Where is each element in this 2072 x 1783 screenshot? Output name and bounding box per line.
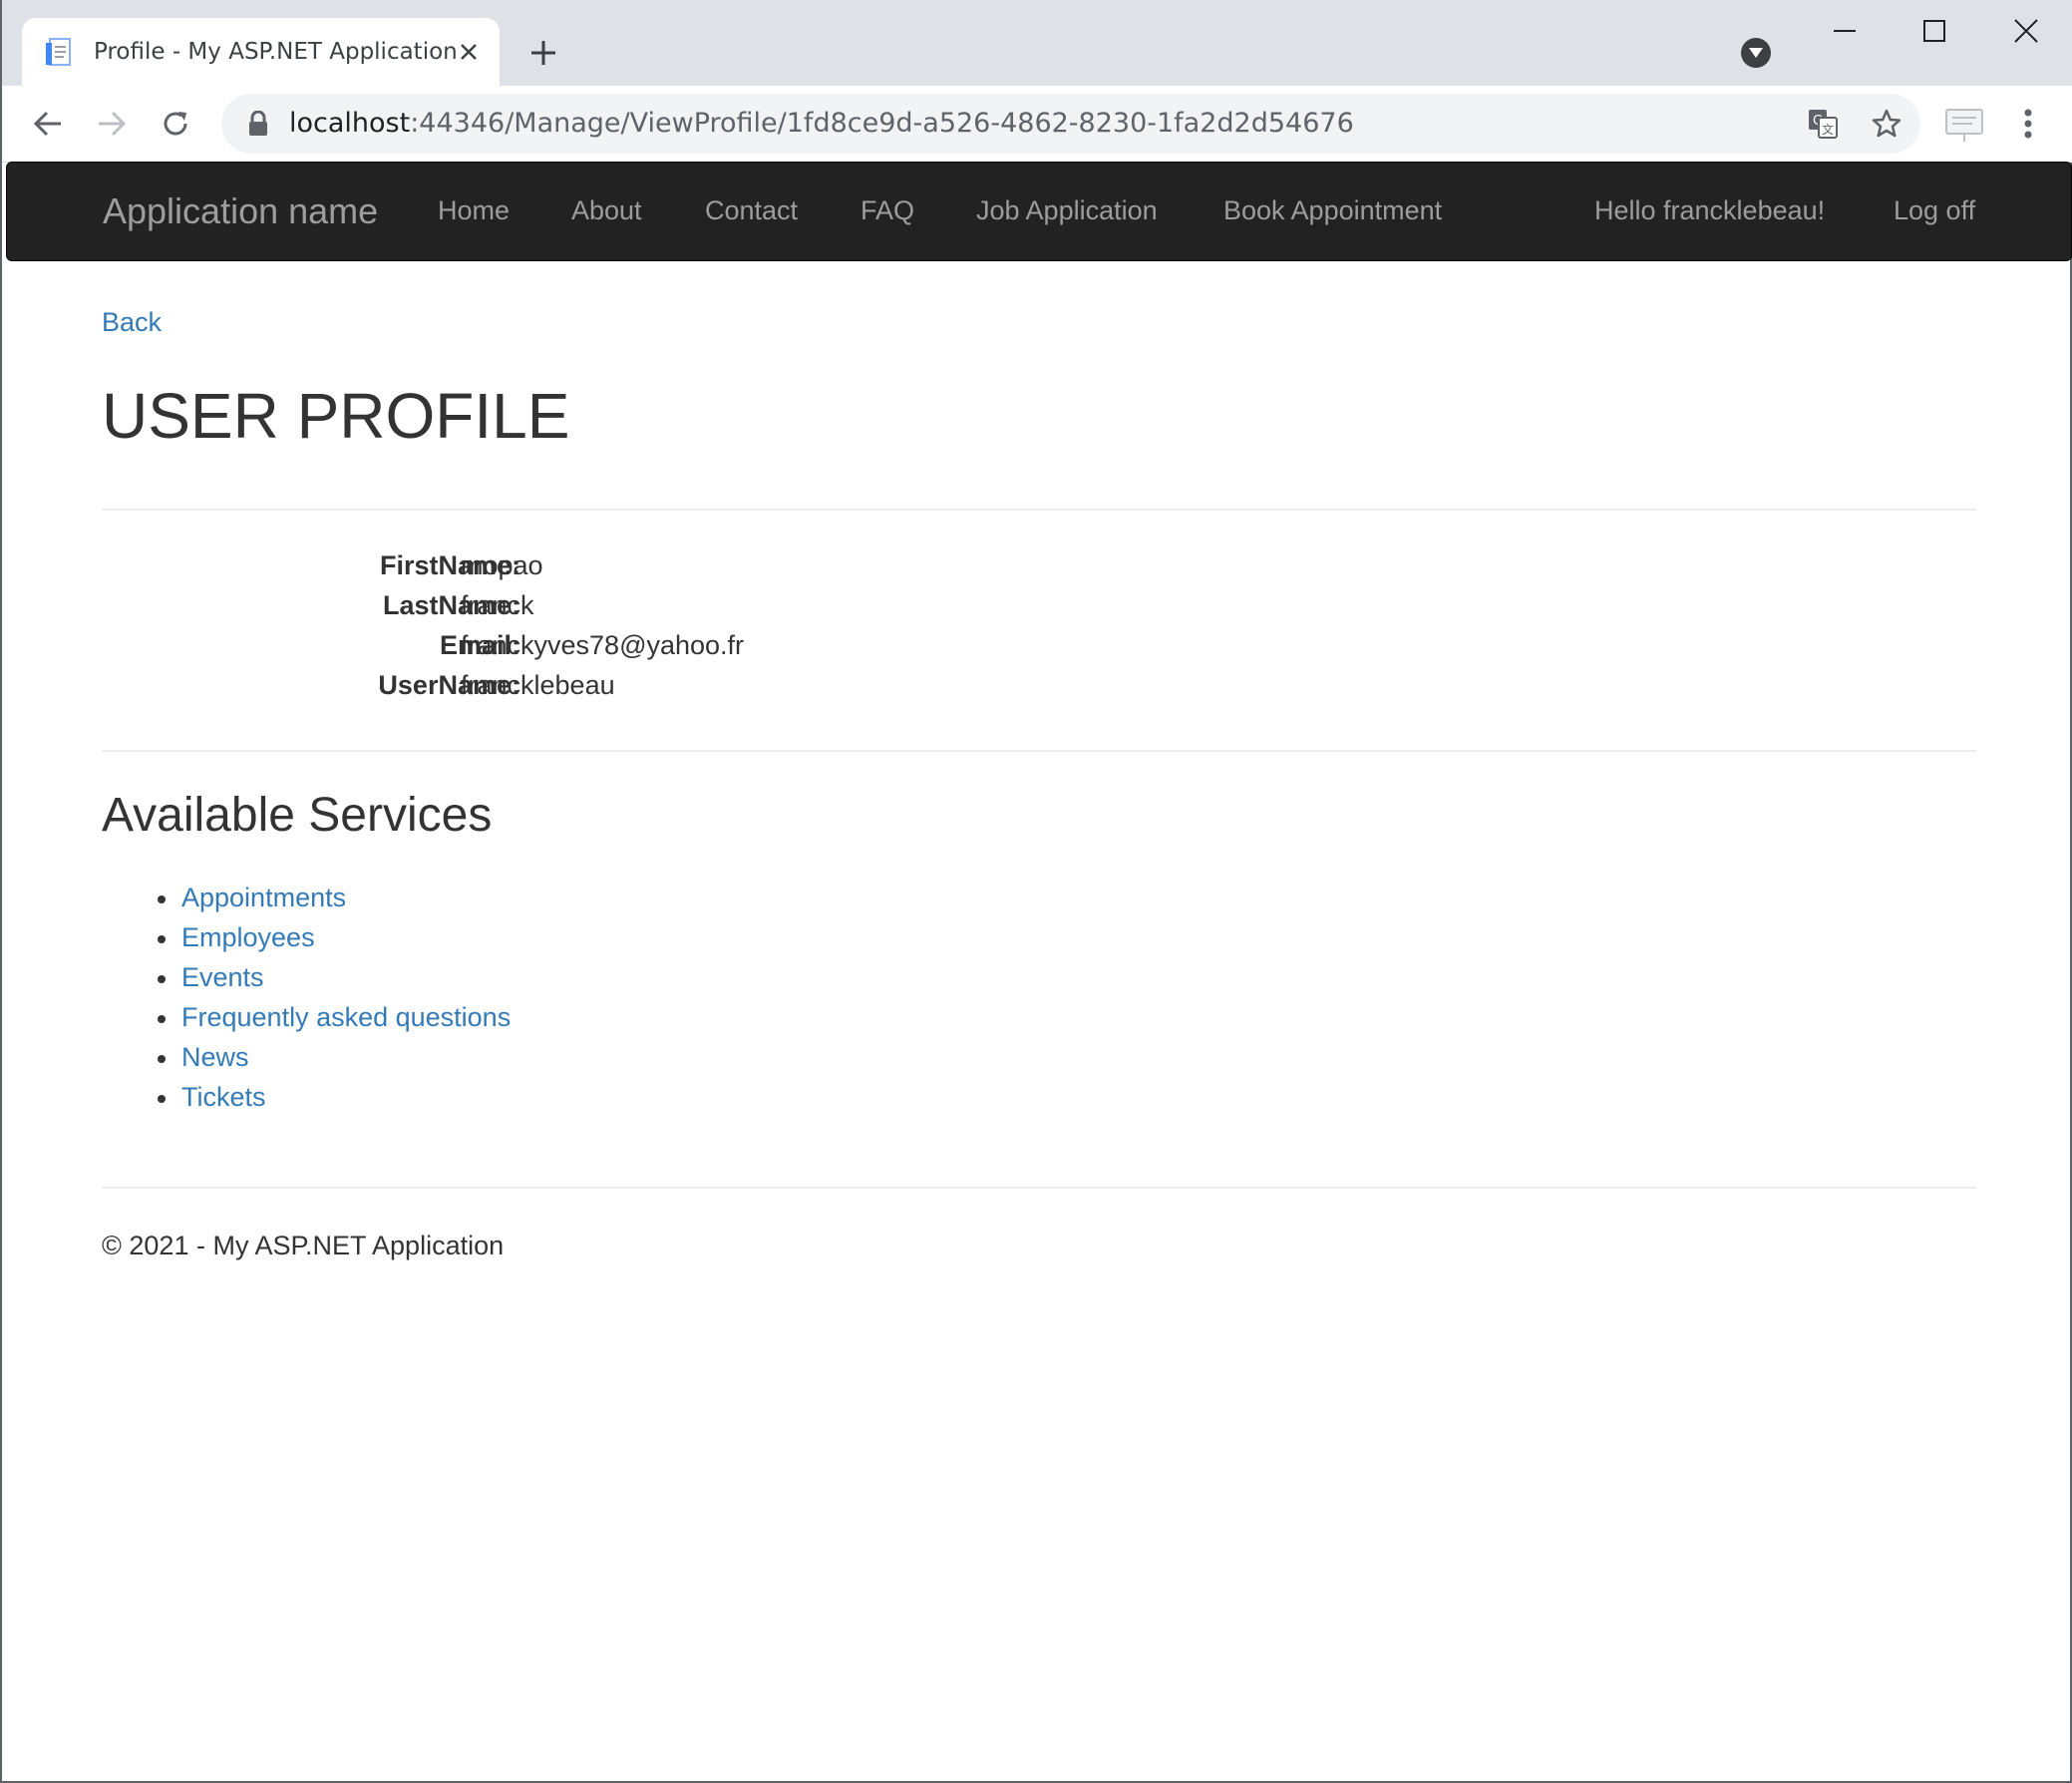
tab-close-icon[interactable]	[456, 39, 482, 65]
bookmark-star-icon[interactable]	[1867, 104, 1906, 144]
service-link-employees[interactable]: Employees	[181, 922, 315, 952]
list-item: Employees	[102, 919, 511, 959]
list-item: Frequently asked questions	[102, 999, 511, 1039]
divider	[102, 750, 1976, 752]
profile-row-username: UserName: francklebeau	[102, 670, 999, 710]
reload-icon[interactable]	[154, 102, 197, 146]
nav-faq[interactable]: FAQ	[861, 195, 914, 226]
profile-value: franckyves78@yahoo.fr	[461, 630, 745, 660]
tab-search-icon[interactable]	[1741, 38, 1771, 68]
nav-job-application[interactable]: Job Application	[976, 195, 1158, 226]
nav-about[interactable]: About	[571, 195, 642, 226]
page-favicon-icon	[46, 37, 74, 67]
service-link-tickets[interactable]: Tickets	[181, 1082, 266, 1112]
profile-value: franck	[461, 590, 534, 620]
bullet-icon	[158, 895, 166, 903]
service-link-faq[interactable]: Frequently asked questions	[181, 1002, 511, 1032]
minimize-icon[interactable]	[1815, 10, 1875, 52]
back-arrow-icon[interactable]	[26, 102, 70, 146]
profile-details: FirstName: mopao LastName: franck Email:…	[102, 550, 999, 710]
list-item: Tickets	[102, 1079, 511, 1119]
window-close-icon[interactable]	[1996, 10, 2056, 52]
address-bar[interactable]: localhost:44346/Manage/ViewProfile/1fd8c…	[221, 94, 1920, 154]
site-navbar: Application name Home About Contact FAQ …	[6, 162, 2072, 261]
bullet-icon	[158, 975, 166, 983]
profile-row-lastname: LastName: franck	[102, 590, 999, 630]
tab-title: Profile - My ASP.NET Application	[94, 39, 458, 65]
bullet-icon	[158, 1055, 166, 1063]
profile-value: mopao	[461, 550, 543, 580]
service-link-appointments[interactable]: Appointments	[181, 883, 346, 912]
bullet-icon	[158, 1095, 166, 1103]
nav-contact[interactable]: Contact	[705, 195, 798, 226]
translate-icon[interactable]: G 文	[1803, 104, 1843, 144]
nav-home[interactable]: Home	[438, 195, 510, 226]
services-heading: Available Services	[102, 789, 493, 842]
page-title: USER PROFILE	[102, 380, 570, 452]
profile-value: francklebeau	[461, 670, 615, 700]
bullet-icon	[158, 1015, 166, 1023]
tab-strip: Profile - My ASP.NET Application	[2, 0, 2072, 86]
url-text[interactable]: localhost:44346/Manage/ViewProfile/1fd8c…	[289, 108, 1354, 139]
back-link[interactable]: Back	[102, 307, 162, 338]
lock-icon[interactable]	[247, 110, 269, 137]
forward-arrow-icon[interactable]	[90, 102, 134, 146]
services-list: Appointments Employees Events Frequently…	[102, 880, 511, 1119]
maximize-icon[interactable]	[1904, 10, 1964, 52]
divider	[102, 509, 1976, 511]
svg-text:文: 文	[1822, 122, 1834, 137]
browser-tab[interactable]: Profile - My ASP.NET Application	[22, 18, 500, 86]
list-item: Events	[102, 959, 511, 999]
bullet-icon	[158, 935, 166, 943]
nav-log-off[interactable]: Log off	[1894, 195, 1975, 226]
nav-book-appointment[interactable]: Book Appointment	[1223, 195, 1442, 226]
divider	[102, 1187, 1976, 1189]
service-link-events[interactable]: Events	[181, 962, 264, 992]
list-item: News	[102, 1039, 511, 1079]
list-item: Appointments	[102, 880, 511, 919]
extension-icon[interactable]	[1942, 102, 1986, 146]
browser-window: Profile - My ASP.NET Application localho…	[0, 0, 2072, 1783]
nav-user-greeting[interactable]: Hello francklebeau!	[1594, 195, 1825, 226]
profile-row-email: Email: franckyves78@yahoo.fr	[102, 630, 999, 670]
footer-copyright: © 2021 - My ASP.NET Application	[102, 1231, 505, 1260]
brand-link[interactable]: Application name	[103, 190, 378, 232]
browser-menu-icon[interactable]	[2006, 102, 2050, 146]
service-link-news[interactable]: News	[181, 1042, 249, 1072]
profile-row-firstname: FirstName: mopao	[102, 550, 999, 590]
browser-toolbar: localhost:44346/Manage/ViewProfile/1fd8c…	[2, 86, 2072, 163]
new-tab-plus-icon[interactable]	[524, 34, 562, 72]
